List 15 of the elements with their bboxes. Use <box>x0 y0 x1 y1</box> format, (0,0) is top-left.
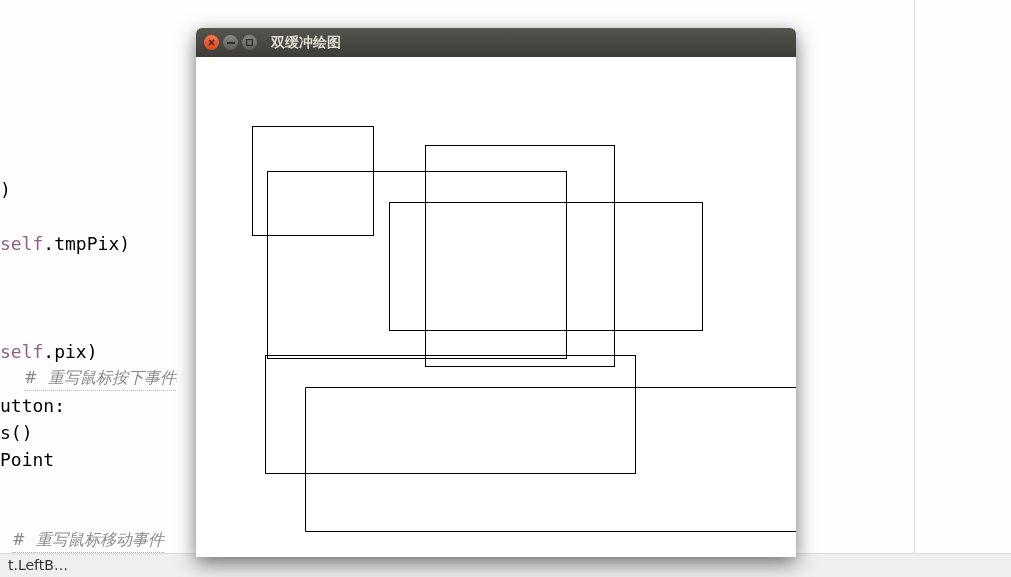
status-text: t.LeftB… <box>8 556 68 575</box>
code-line: Point <box>0 448 55 472</box>
minimize-icon <box>226 41 235 44</box>
window-title: 双缓冲绘图 <box>271 33 341 52</box>
maximize-icon <box>246 39 253 46</box>
code-line: self.pix) <box>0 340 98 364</box>
code-line: ) <box>0 178 11 202</box>
code-line: utton: <box>0 394 66 418</box>
code-line: self.tmpPix) <box>0 232 131 256</box>
maximize-button[interactable] <box>242 35 257 50</box>
close-icon <box>208 39 215 46</box>
minimize-button[interactable] <box>223 35 238 50</box>
code-comment: # 重写鼠标按下事件 <box>24 366 176 391</box>
code-line: s() <box>0 421 33 445</box>
close-button[interactable] <box>204 35 219 50</box>
